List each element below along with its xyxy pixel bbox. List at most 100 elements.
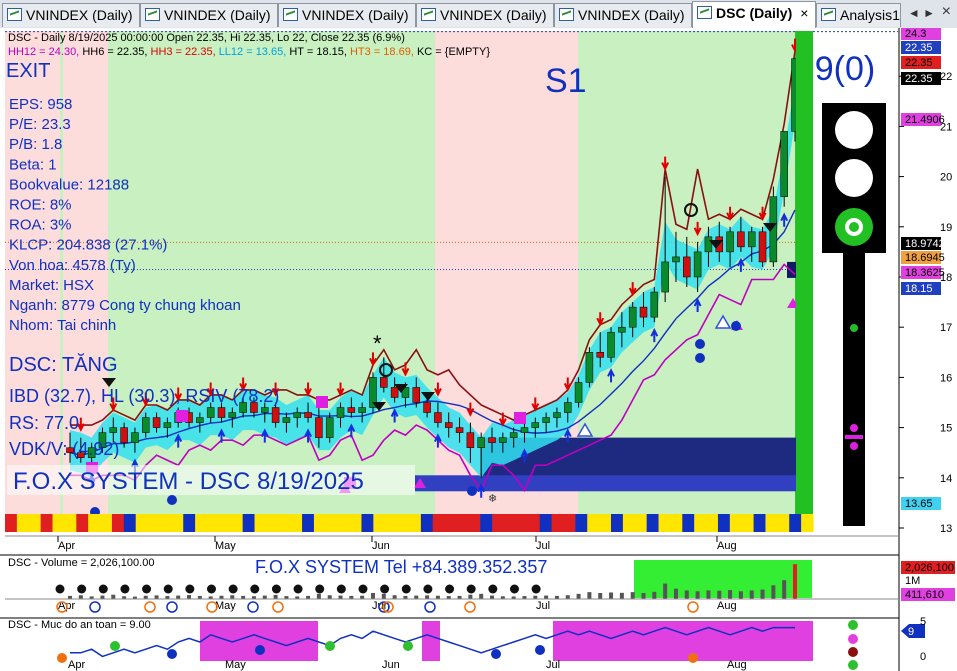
- volume-bar: [598, 593, 603, 599]
- candle-body: [434, 412, 442, 423]
- price-label: 18.15: [905, 283, 933, 295]
- signal-strip-cell: [599, 514, 612, 532]
- price-label: 18.9742: [905, 238, 945, 250]
- blue-dot-icon: [731, 321, 741, 331]
- signal-strip-cell: [100, 514, 113, 532]
- fundamental-item: P/E: 23.3: [9, 116, 71, 133]
- candle-body: [618, 326, 626, 333]
- volume-dot-icon: [315, 584, 325, 594]
- price-tick-label: 22: [940, 71, 952, 83]
- price-tick-label: 19: [940, 222, 952, 234]
- system-label: F.O.X SYSTEM - DSC 8/19/2025: [13, 468, 364, 495]
- signal-strip-cell: [385, 514, 398, 532]
- volume-bar: [717, 590, 722, 599]
- tab-dsc-daily[interactable]: DSC (Daily) ×: [692, 1, 816, 29]
- tab-label: Analysis1: [840, 7, 900, 23]
- close-tab-icon[interactable]: ×: [800, 2, 808, 25]
- volume-bar: [673, 588, 678, 599]
- signal-strip-cell: [622, 514, 636, 532]
- signal-strip-cell: [76, 514, 89, 532]
- candle-body: [282, 417, 291, 423]
- price-tick-label: 20: [940, 172, 952, 184]
- signal-strip-cell: [40, 514, 54, 532]
- tab-0[interactable]: VNINDEX (Daily): [2, 3, 140, 27]
- candle-body: [336, 407, 345, 418]
- star-icon: *: [373, 331, 382, 356]
- candle-body: [553, 412, 561, 418]
- signal-strip-cell: [159, 514, 172, 532]
- month-label: Jul: [536, 540, 550, 552]
- candle-body: [499, 437, 507, 443]
- volume-bar: [273, 594, 278, 599]
- fundamental-item: EPS: 958: [9, 96, 72, 113]
- volume-bar: [652, 591, 657, 599]
- tab-6[interactable]: Analysis1: [816, 3, 901, 27]
- safety-dot-icon: [688, 653, 698, 663]
- signal-strip-cell: [706, 514, 719, 532]
- signal-strip-cell: [5, 514, 18, 532]
- candle-body: [380, 377, 388, 388]
- candle-body: [347, 407, 356, 413]
- candle-body: [477, 437, 485, 448]
- volume-bar: [684, 590, 689, 599]
- volume-dot-icon: [293, 584, 303, 594]
- safety-panel-title: DSC - Muc do an toan = 9.00: [8, 619, 151, 631]
- tab-scroll-arrows[interactable]: ◄ ►: [908, 6, 935, 20]
- tab-2[interactable]: VNINDEX (Daily): [278, 3, 416, 27]
- tab-label: VNINDEX (Daily): [578, 7, 685, 23]
- signal-strip-cell: [611, 514, 624, 532]
- volume-dot-icon: [142, 584, 152, 594]
- candle-body: [325, 417, 334, 438]
- close-all-icon[interactable]: ×: [942, 3, 951, 21]
- safety-dot-icon: [535, 645, 545, 655]
- signal-strip-cell: [527, 514, 541, 532]
- signal-strip-cell: [492, 514, 505, 532]
- safety-band: [422, 621, 440, 661]
- volume-bar: [587, 592, 592, 599]
- tab-label: VNINDEX (Daily): [440, 7, 547, 23]
- candle-body: [358, 407, 366, 413]
- candle-body: [661, 261, 669, 293]
- price-label: 22.35: [905, 42, 933, 54]
- candle-body: [466, 432, 475, 448]
- signal-strip-cell: [349, 514, 362, 532]
- month-label: Jul: [536, 600, 550, 612]
- volume-dot-icon: [423, 584, 433, 594]
- chart-area[interactable]: *❄9(0) 2221201918171615141324.322.3522.35…: [0, 28, 957, 671]
- volume-bar: [728, 590, 733, 599]
- volume-bar: [262, 595, 267, 599]
- candle-body: [737, 231, 745, 248]
- volume-dot-icon: [185, 584, 195, 594]
- candle-body: [455, 427, 464, 433]
- tab-4[interactable]: VNINDEX (Daily): [554, 3, 692, 27]
- tab-3[interactable]: VNINDEX (Daily): [416, 3, 554, 27]
- chart-icon: [283, 8, 298, 21]
- phone-label: F.O.X SYSTEM Tel +84.389.352.357: [255, 557, 547, 577]
- price-tick-label: 17: [940, 322, 952, 334]
- pole-green-dot-icon: [850, 324, 858, 332]
- volume-bar: [793, 564, 797, 599]
- price-label: 24.3: [905, 28, 926, 40]
- tab-1[interactable]: VNINDEX (Daily): [140, 3, 278, 27]
- signal-strip-cell: [587, 514, 600, 532]
- candle-body: [109, 427, 118, 433]
- ibd-label: IBD (32.7), HL (30.3), RSIV (78.2): [9, 386, 279, 406]
- candle-body: [639, 306, 648, 318]
- price-tick-label: 14: [940, 473, 952, 485]
- signal-strip-cell: [670, 514, 683, 532]
- candle-body: [585, 352, 594, 383]
- pole-magenta-bar: [845, 435, 863, 439]
- signal-strip-cell: [361, 514, 374, 532]
- volume-panel-title: DSC - Volume = 2,026,100.00: [8, 557, 154, 569]
- safety-status-dot-icon: [848, 660, 858, 670]
- candle-body: [542, 417, 550, 423]
- volume-dot-icon: [271, 584, 281, 594]
- signal-strip-cell: [753, 514, 766, 532]
- fundamental-item: P/B: 1.8: [9, 136, 62, 153]
- signal-strip-cell: [432, 514, 446, 532]
- volume-dot-icon: [445, 584, 455, 594]
- signal-strip-cell: [28, 514, 42, 532]
- candle-body: [131, 432, 139, 443]
- volume-bar: [230, 595, 235, 599]
- month-label: May: [225, 659, 246, 671]
